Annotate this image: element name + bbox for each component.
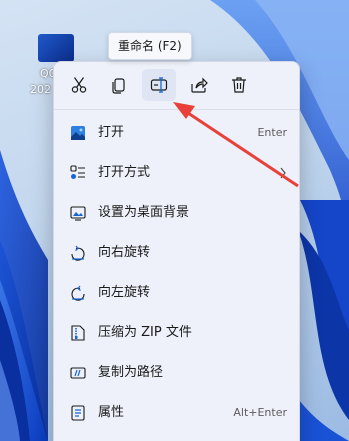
annotation-arrow xyxy=(173,102,299,188)
desktop: QQ 202 重命名 (F2) 打开 Enter 打开方式 设置为桌面背景 向右… xyxy=(0,0,349,441)
